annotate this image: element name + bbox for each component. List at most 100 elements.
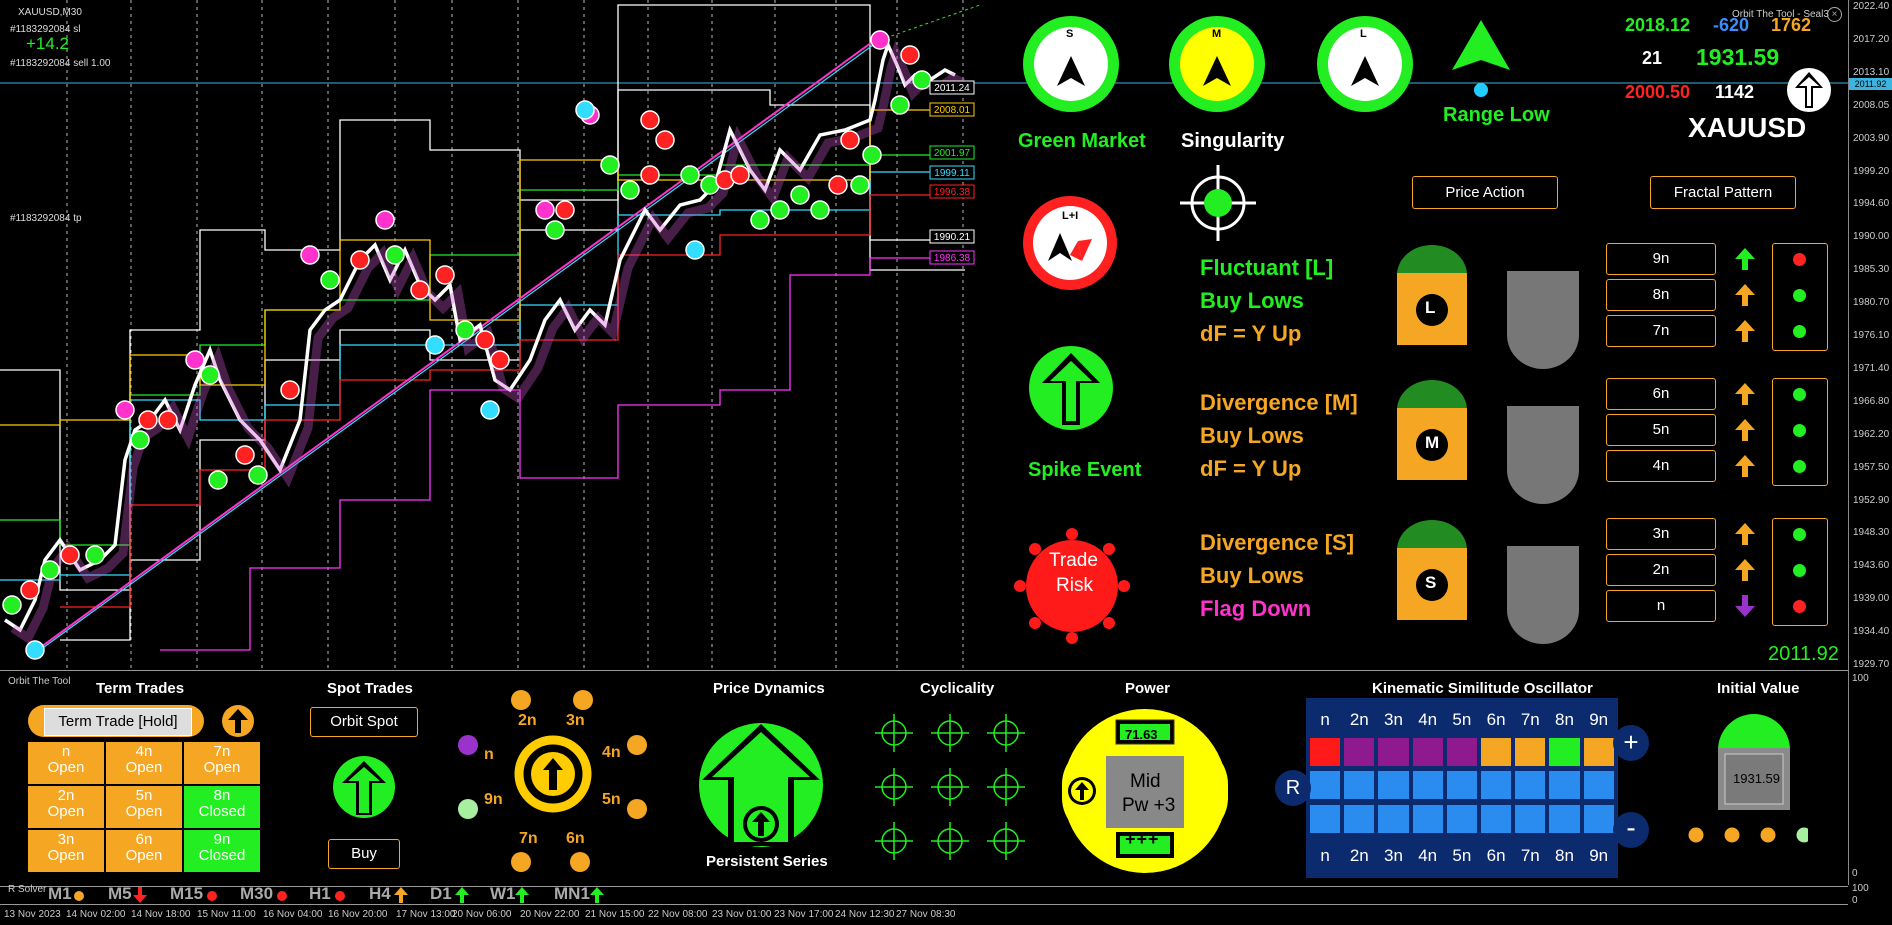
fractal-row-box[interactable]: 2n bbox=[1606, 554, 1716, 586]
group-line: Buy Lows bbox=[1200, 563, 1304, 588]
signal-marker bbox=[555, 200, 575, 220]
price-axis[interactable]: 2022.40 2017.20 2013.10 2008.05 2003.90 1999.… bbox=[1848, 0, 1892, 670]
fractal-row-box[interactable]: 7n bbox=[1606, 315, 1716, 347]
kso-footer-cell[interactable]: 6n bbox=[1480, 840, 1513, 870]
orbit-spot-button[interactable]: Orbit Spot bbox=[310, 707, 418, 737]
fractal-row-box[interactable]: 6n bbox=[1606, 378, 1716, 410]
kso-bar-cell[interactable] bbox=[1480, 804, 1513, 834]
group-line: Divergence [M] bbox=[1200, 390, 1358, 415]
term-cell[interactable]: 9n Closed bbox=[184, 830, 260, 872]
term-cell[interactable]: 4n Open bbox=[106, 742, 182, 784]
buy-button[interactable]: Buy bbox=[328, 839, 400, 869]
kso-header-cell[interactable]: 3n bbox=[1377, 704, 1410, 734]
fractal-row-box[interactable]: 9n bbox=[1606, 243, 1716, 275]
timeframe-m30[interactable]: M30 bbox=[240, 884, 273, 904]
kso-bar-cell[interactable] bbox=[1411, 804, 1444, 834]
kso-minus-button[interactable]: - bbox=[1613, 812, 1649, 848]
kso-footer-cell[interactable]: n bbox=[1309, 840, 1342, 870]
status-dot bbox=[1793, 325, 1806, 338]
kso-bar-cell[interactable] bbox=[1480, 770, 1513, 800]
kso-bar-cell[interactable] bbox=[1548, 804, 1581, 834]
kso-bar-cell[interactable] bbox=[1343, 770, 1376, 800]
kso-bar-cell[interactable] bbox=[1411, 770, 1444, 800]
kso-state-cell[interactable] bbox=[1514, 737, 1547, 767]
kso-bar-cell[interactable] bbox=[1377, 804, 1410, 834]
price-tick-label: 1962.20 bbox=[1853, 428, 1890, 440]
price-tick-label: 1957.50 bbox=[1853, 461, 1890, 473]
kso-footer-cell[interactable]: 9n bbox=[1582, 840, 1615, 870]
timeframe-m1[interactable]: M1 bbox=[48, 884, 72, 904]
kso-footer-cell[interactable]: 2n bbox=[1343, 840, 1376, 870]
kso-header-cell[interactable]: n bbox=[1309, 704, 1342, 734]
kso-bar-cell[interactable] bbox=[1377, 770, 1410, 800]
signal-marker bbox=[545, 220, 565, 240]
kso-header-cell[interactable]: 8n bbox=[1548, 704, 1581, 734]
kso-bar-cell[interactable] bbox=[1514, 770, 1547, 800]
kso-header-cell[interactable]: 9n bbox=[1582, 704, 1615, 734]
term-cell[interactable]: 5n Open bbox=[106, 786, 182, 828]
spike-event-label: Spike Event bbox=[1028, 459, 1142, 481]
kso-state-cell[interactable] bbox=[1343, 737, 1376, 767]
fractal-pattern-button[interactable]: Fractal Pattern bbox=[1650, 176, 1796, 209]
kso-bar-cell[interactable] bbox=[1582, 770, 1615, 800]
term-cell[interactable]: 2n Open bbox=[28, 786, 104, 828]
fractal-row-box[interactable]: 5n bbox=[1606, 414, 1716, 446]
kso-state-cell[interactable] bbox=[1548, 737, 1581, 767]
term-cell[interactable]: n Open bbox=[28, 742, 104, 784]
kso-state-cell[interactable] bbox=[1582, 737, 1615, 767]
kso-header-cell[interactable]: 5n bbox=[1445, 704, 1478, 734]
timeframe-m5[interactable]: M5 bbox=[108, 884, 132, 904]
signal-marker bbox=[20, 580, 40, 600]
signal-marker bbox=[900, 45, 920, 65]
arrow-down-icon bbox=[133, 887, 147, 903]
price-dynamics-title: Price Dynamics bbox=[713, 680, 825, 697]
fractal-row-box[interactable]: n bbox=[1606, 590, 1716, 622]
timeframe-h4[interactable]: H4 bbox=[369, 884, 391, 904]
kso-bar-cell[interactable] bbox=[1582, 804, 1615, 834]
price-action-button[interactable]: Price Action bbox=[1412, 176, 1558, 209]
kso-bar-cell[interactable] bbox=[1514, 804, 1547, 834]
close-icon[interactable]: × bbox=[1827, 7, 1842, 22]
kso-state-cell[interactable] bbox=[1309, 737, 1342, 767]
kso-header-cell[interactable]: 2n bbox=[1343, 704, 1376, 734]
fractal-row-box[interactable]: 4n bbox=[1606, 450, 1716, 482]
term-cell[interactable]: 8n Closed bbox=[184, 786, 260, 828]
kso-state-cell[interactable] bbox=[1377, 737, 1410, 767]
kso-footer-cell[interactable]: 5n bbox=[1445, 840, 1478, 870]
fractal-row-box[interactable]: 8n bbox=[1606, 279, 1716, 311]
signal-marker bbox=[912, 70, 932, 90]
kso-bar-cell[interactable] bbox=[1445, 804, 1478, 834]
kso-state-cell[interactable] bbox=[1480, 737, 1513, 767]
timeframe-mn1[interactable]: MN1 bbox=[554, 884, 590, 904]
kso-bar-cell[interactable] bbox=[1309, 770, 1342, 800]
kso-footer-cell[interactable]: 4n bbox=[1411, 840, 1444, 870]
timeframe-d1[interactable]: D1 bbox=[430, 884, 452, 904]
term-cell[interactable]: 6n Open bbox=[106, 830, 182, 872]
kso-header-cell[interactable]: 7n bbox=[1514, 704, 1547, 734]
term-cell[interactable]: 3n Open bbox=[28, 830, 104, 872]
fractal-row-box[interactable]: 3n bbox=[1606, 518, 1716, 550]
timeframe-m15[interactable]: M15 bbox=[170, 884, 203, 904]
signal-marker bbox=[490, 350, 510, 370]
kso-header-cell[interactable]: 4n bbox=[1411, 704, 1444, 734]
kso-header-cell[interactable]: 6n bbox=[1480, 704, 1513, 734]
kso-state-cell[interactable] bbox=[1411, 737, 1444, 767]
timeframe-h1[interactable]: H1 bbox=[309, 884, 331, 904]
kso-bar-cell[interactable] bbox=[1548, 770, 1581, 800]
kso-bar-cell[interactable] bbox=[1309, 804, 1342, 834]
kso-plus-button[interactable]: + bbox=[1613, 725, 1649, 761]
timeframe-w1[interactable]: W1 bbox=[490, 884, 516, 904]
kso-footer-cell[interactable]: 8n bbox=[1548, 840, 1581, 870]
kso-footer-cell[interactable]: 7n bbox=[1514, 840, 1547, 870]
kso-state-cell[interactable] bbox=[1445, 737, 1478, 767]
group-badge-letter: M bbox=[1425, 433, 1440, 452]
initial-value: 1931.59 bbox=[1733, 771, 1780, 786]
kso-bar-cell[interactable] bbox=[1445, 770, 1478, 800]
term-cell[interactable]: 7n Open bbox=[184, 742, 260, 784]
term-hold-button[interactable]: Term Trade [Hold] bbox=[44, 708, 192, 736]
kso-r-button[interactable]: R bbox=[1275, 770, 1311, 806]
kso-footer-cell[interactable]: 3n bbox=[1377, 840, 1410, 870]
kso-bar-cell[interactable] bbox=[1343, 804, 1376, 834]
initial-value-dots bbox=[1688, 827, 1808, 843]
term-cell-status: Open bbox=[125, 802, 163, 820]
